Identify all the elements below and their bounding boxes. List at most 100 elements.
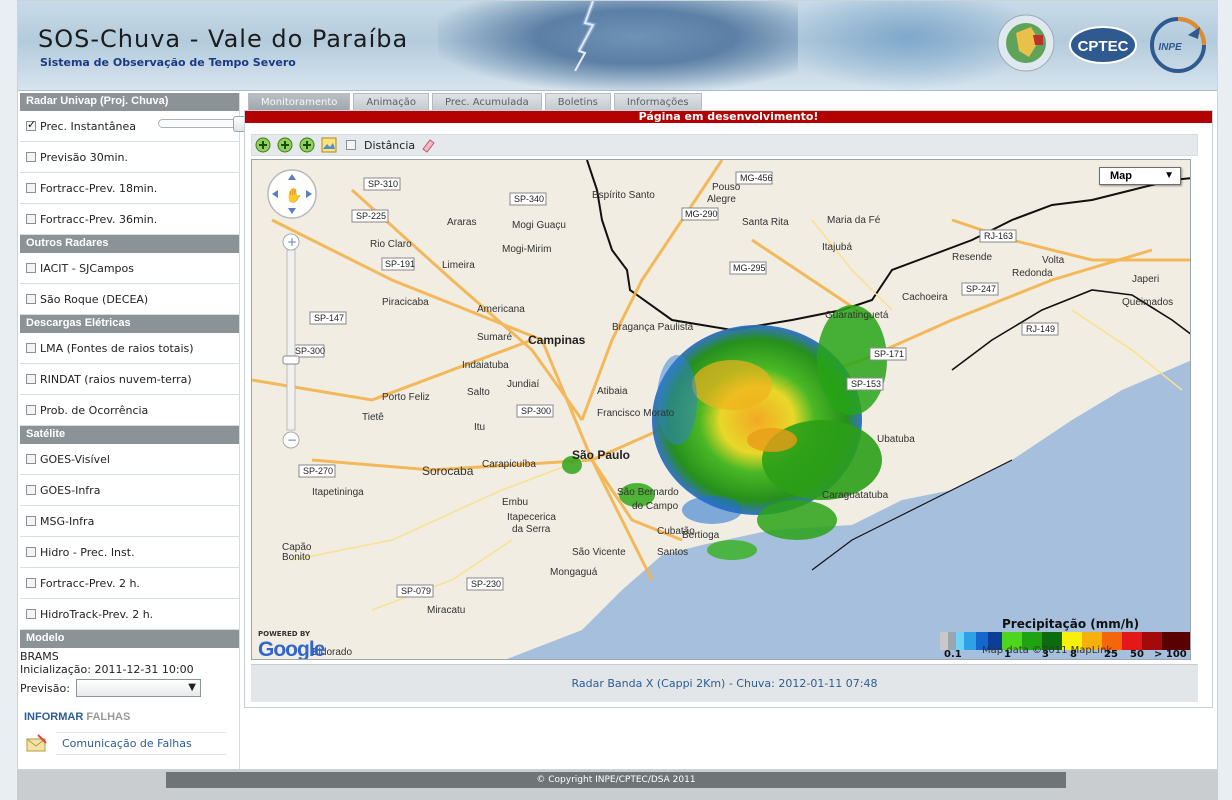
distance-label: Distância (364, 138, 416, 152)
sos-chuva-logo[interactable] (991, 13, 1061, 73)
svg-text:+: + (287, 235, 297, 249)
chevron-down-icon: ▼ (188, 682, 196, 693)
inpe-logo-text: INPE (1158, 42, 1182, 53)
legend-tick: 1 (1004, 649, 1011, 660)
zoom-out-icon[interactable] (276, 136, 294, 154)
previsao-select[interactable]: ▼ (75, 679, 201, 697)
checkbox-icon[interactable] (26, 454, 36, 464)
svg-text:Maria da Fé: Maria da Fé (827, 215, 881, 226)
map-type-select[interactable]: Map ▼ (1099, 167, 1181, 185)
option-msg-infra[interactable]: MSG-Infra (20, 506, 239, 537)
checkbox-icon[interactable] (26, 374, 36, 384)
zoom-in-icon[interactable] (254, 136, 272, 154)
checkbox-icon[interactable] (26, 405, 36, 415)
svg-text:Araras: Araras (447, 217, 476, 228)
map-view[interactable]: Rio Claro Limeira Piracicaba Americana C… (251, 159, 1191, 660)
cptec-logo-text: CPTEC (1078, 38, 1129, 55)
legend-tick: > 100 (1154, 649, 1187, 660)
option-label: HidroTrack-Prev. 2 h. (40, 607, 154, 621)
checkbox-icon[interactable] (26, 609, 36, 619)
checkbox-icon[interactable] (26, 516, 36, 526)
report-failure-link[interactable]: Comunicação de Falhas (56, 731, 226, 755)
map-toolbar: Distância (251, 134, 1198, 156)
option-previsao-30min[interactable]: Previsão 30min. (20, 142, 239, 173)
option-prec-instantanea[interactable]: Prec. Instantânea (20, 111, 251, 142)
tab-prec-acumulada[interactable]: Prec. Acumulada (432, 93, 542, 110)
svg-text:Volta: Volta (1042, 255, 1065, 266)
tab-informacoes[interactable]: Informações (613, 93, 702, 110)
option-fortracc-2h[interactable]: Fortracc-Prev. 2 h. (20, 568, 239, 599)
svg-text:Queimados: Queimados (1122, 297, 1173, 308)
map-canvas[interactable]: Rio Claro Limeira Piracicaba Americana C… (252, 160, 1191, 660)
tab-boletins[interactable]: Boletins (544, 93, 611, 110)
option-sao-roque[interactable]: São Roque (DECEA) (20, 284, 239, 315)
section-radar-univap: Radar Univap (Proj. Chuva) (20, 93, 239, 111)
previsao-label: Previsão: (20, 681, 70, 695)
option-label: MSG-Infra (40, 514, 95, 528)
option-fortracc-18min[interactable]: Fortracc-Prev. 18min. (20, 173, 239, 204)
checkbox-icon[interactable] (26, 152, 36, 162)
tab-monitoramento[interactable]: Monitoramento (248, 93, 351, 110)
pan-control[interactable]: ✋ (267, 169, 317, 219)
svg-text:RJ-149: RJ-149 (1026, 324, 1055, 334)
report-failure-row[interactable]: Comunicação de Falhas (20, 731, 239, 755)
layer-image-icon[interactable] (320, 136, 338, 154)
option-prob-ocorrencia[interactable]: Prob. de Ocorrência (20, 395, 239, 426)
option-rindat[interactable]: RINDAT (raios nuvem-terra) (20, 364, 239, 395)
option-hidrotrack-2h[interactable]: HidroTrack-Prev. 2 h. (20, 599, 239, 630)
option-label: Previsão 30min. (40, 150, 128, 164)
checkbox-icon[interactable] (26, 214, 36, 224)
svg-text:RJ-163: RJ-163 (984, 231, 1013, 241)
svg-text:Embu: Embu (502, 497, 528, 508)
svg-text:Redonda: Redonda (1012, 268, 1053, 279)
checkbox-icon[interactable] (26, 343, 36, 353)
svg-text:Itapecerica: Itapecerica (507, 512, 556, 523)
zoom-reset-icon[interactable] (298, 136, 316, 154)
svg-text:Francisco Morato: Francisco Morato (597, 408, 675, 419)
option-goes-visivel[interactable]: GOES-Visível (20, 444, 239, 475)
option-fortracc-36min[interactable]: Fortracc-Prev. 36min. (20, 204, 239, 235)
opacity-slider[interactable] (158, 116, 251, 132)
svg-text:SP-147: SP-147 (314, 313, 344, 323)
checkbox-icon[interactable] (26, 118, 36, 131)
legend-tick: 3 (1042, 649, 1049, 660)
svg-text:SP-300: SP-300 (295, 346, 325, 356)
svg-text:Sorocaba: Sorocaba (422, 464, 474, 478)
map-caption: Radar Banda X (Cappi 2Km) - Chuva: 2012-… (251, 664, 1198, 702)
svg-text:SP-225: SP-225 (356, 211, 386, 221)
distance-checkbox[interactable] (346, 140, 356, 150)
option-lma[interactable]: LMA (Fontes de raios totais) (20, 333, 239, 364)
option-label: GOES-Visível (40, 452, 110, 466)
checkbox-icon[interactable] (26, 183, 36, 193)
svg-text:SP-079: SP-079 (401, 586, 431, 596)
svg-text:MG-295: MG-295 (733, 263, 766, 273)
checkbox-icon[interactable] (26, 263, 36, 273)
checkbox-icon[interactable] (26, 294, 36, 304)
eraser-icon[interactable] (419, 136, 437, 154)
svg-text:Itapetininga: Itapetininga (312, 487, 364, 498)
cptec-logo[interactable]: CPTEC (1068, 13, 1138, 73)
tab-animacao[interactable]: Animação (353, 93, 429, 110)
svg-text:SP-270: SP-270 (303, 466, 333, 476)
option-iacit[interactable]: IACIT - SJCampos (20, 253, 239, 284)
svg-text:SP-153: SP-153 (851, 379, 881, 389)
footer-copyright: © Copyright INPE/CPTEC/DSA 2011 (166, 772, 1066, 788)
checkbox-icon[interactable] (26, 485, 36, 495)
legend-ticks: 0.1 1 3 8 25 50 > 100 (944, 649, 1190, 660)
svg-text:Santos: Santos (657, 547, 688, 558)
envelope-icon (26, 734, 47, 752)
svg-text:Carapicuíba: Carapicuíba (482, 459, 536, 470)
option-goes-infra[interactable]: GOES-Infra (20, 475, 239, 506)
checkbox-icon[interactable] (26, 578, 36, 588)
checkbox-icon[interactable] (26, 547, 36, 557)
svg-text:São Vicente: São Vicente (572, 547, 626, 558)
option-label: LMA (Fontes de raios totais) (40, 341, 194, 355)
legend-tick: 0.1 (944, 649, 962, 660)
svg-text:Tietê: Tietê (362, 412, 384, 423)
option-hidro-prec[interactable]: Hidro - Prec. Inst. (20, 537, 239, 568)
svg-text:Santa Rita: Santa Rita (742, 217, 789, 228)
google-logo[interactable]: POWERED BY Google (258, 630, 325, 659)
option-label: Hidro - Prec. Inst. (40, 545, 135, 559)
svg-text:Bertioga: Bertioga (682, 530, 720, 541)
inpe-logo[interactable]: INPE (1148, 13, 1210, 73)
